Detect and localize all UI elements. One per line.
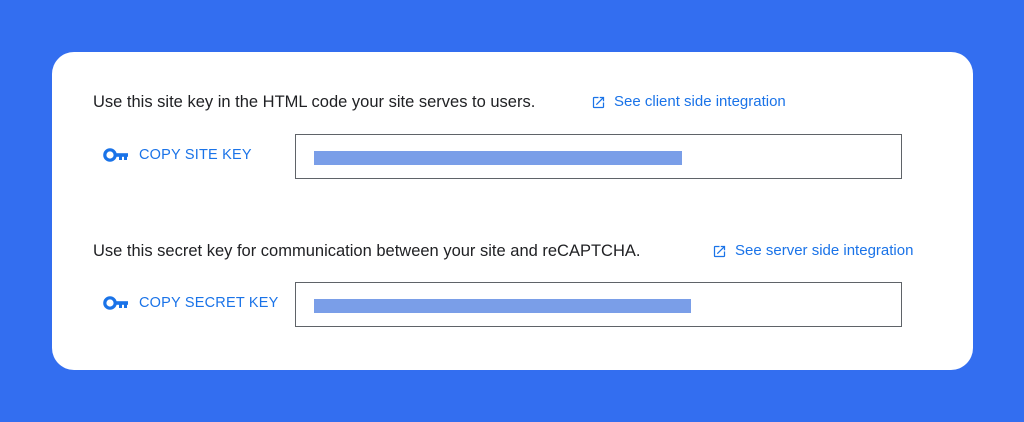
copy-site-key-button[interactable]: COPY SITE KEY (103, 145, 252, 165)
copy-secret-key-button[interactable]: COPY SECRET KEY (103, 293, 278, 313)
server-side-integration-link[interactable]: See server side integration (712, 241, 913, 261)
site-key-redaction (314, 151, 682, 165)
secret-key-redaction (314, 299, 691, 313)
secret-key-field[interactable] (295, 282, 902, 327)
client-side-integration-label: See client side integration (614, 93, 786, 110)
site-key-description: Use this site key in the HTML code your … (93, 93, 536, 111)
copy-secret-key-label: COPY SECRET KEY (139, 295, 279, 311)
copy-site-key-label: COPY SITE KEY (139, 147, 252, 163)
open-in-new-icon (712, 244, 727, 259)
client-side-integration-link[interactable]: See client side integration (591, 92, 786, 112)
server-side-integration-label: See server side integration (735, 242, 914, 259)
key-icon (103, 148, 129, 162)
open-in-new-icon (591, 95, 606, 110)
site-key-field[interactable] (295, 134, 902, 179)
keys-card: Use this site key in the HTML code your … (52, 52, 973, 370)
key-icon (103, 296, 129, 310)
secret-key-description: Use this secret key for communication be… (93, 242, 641, 260)
